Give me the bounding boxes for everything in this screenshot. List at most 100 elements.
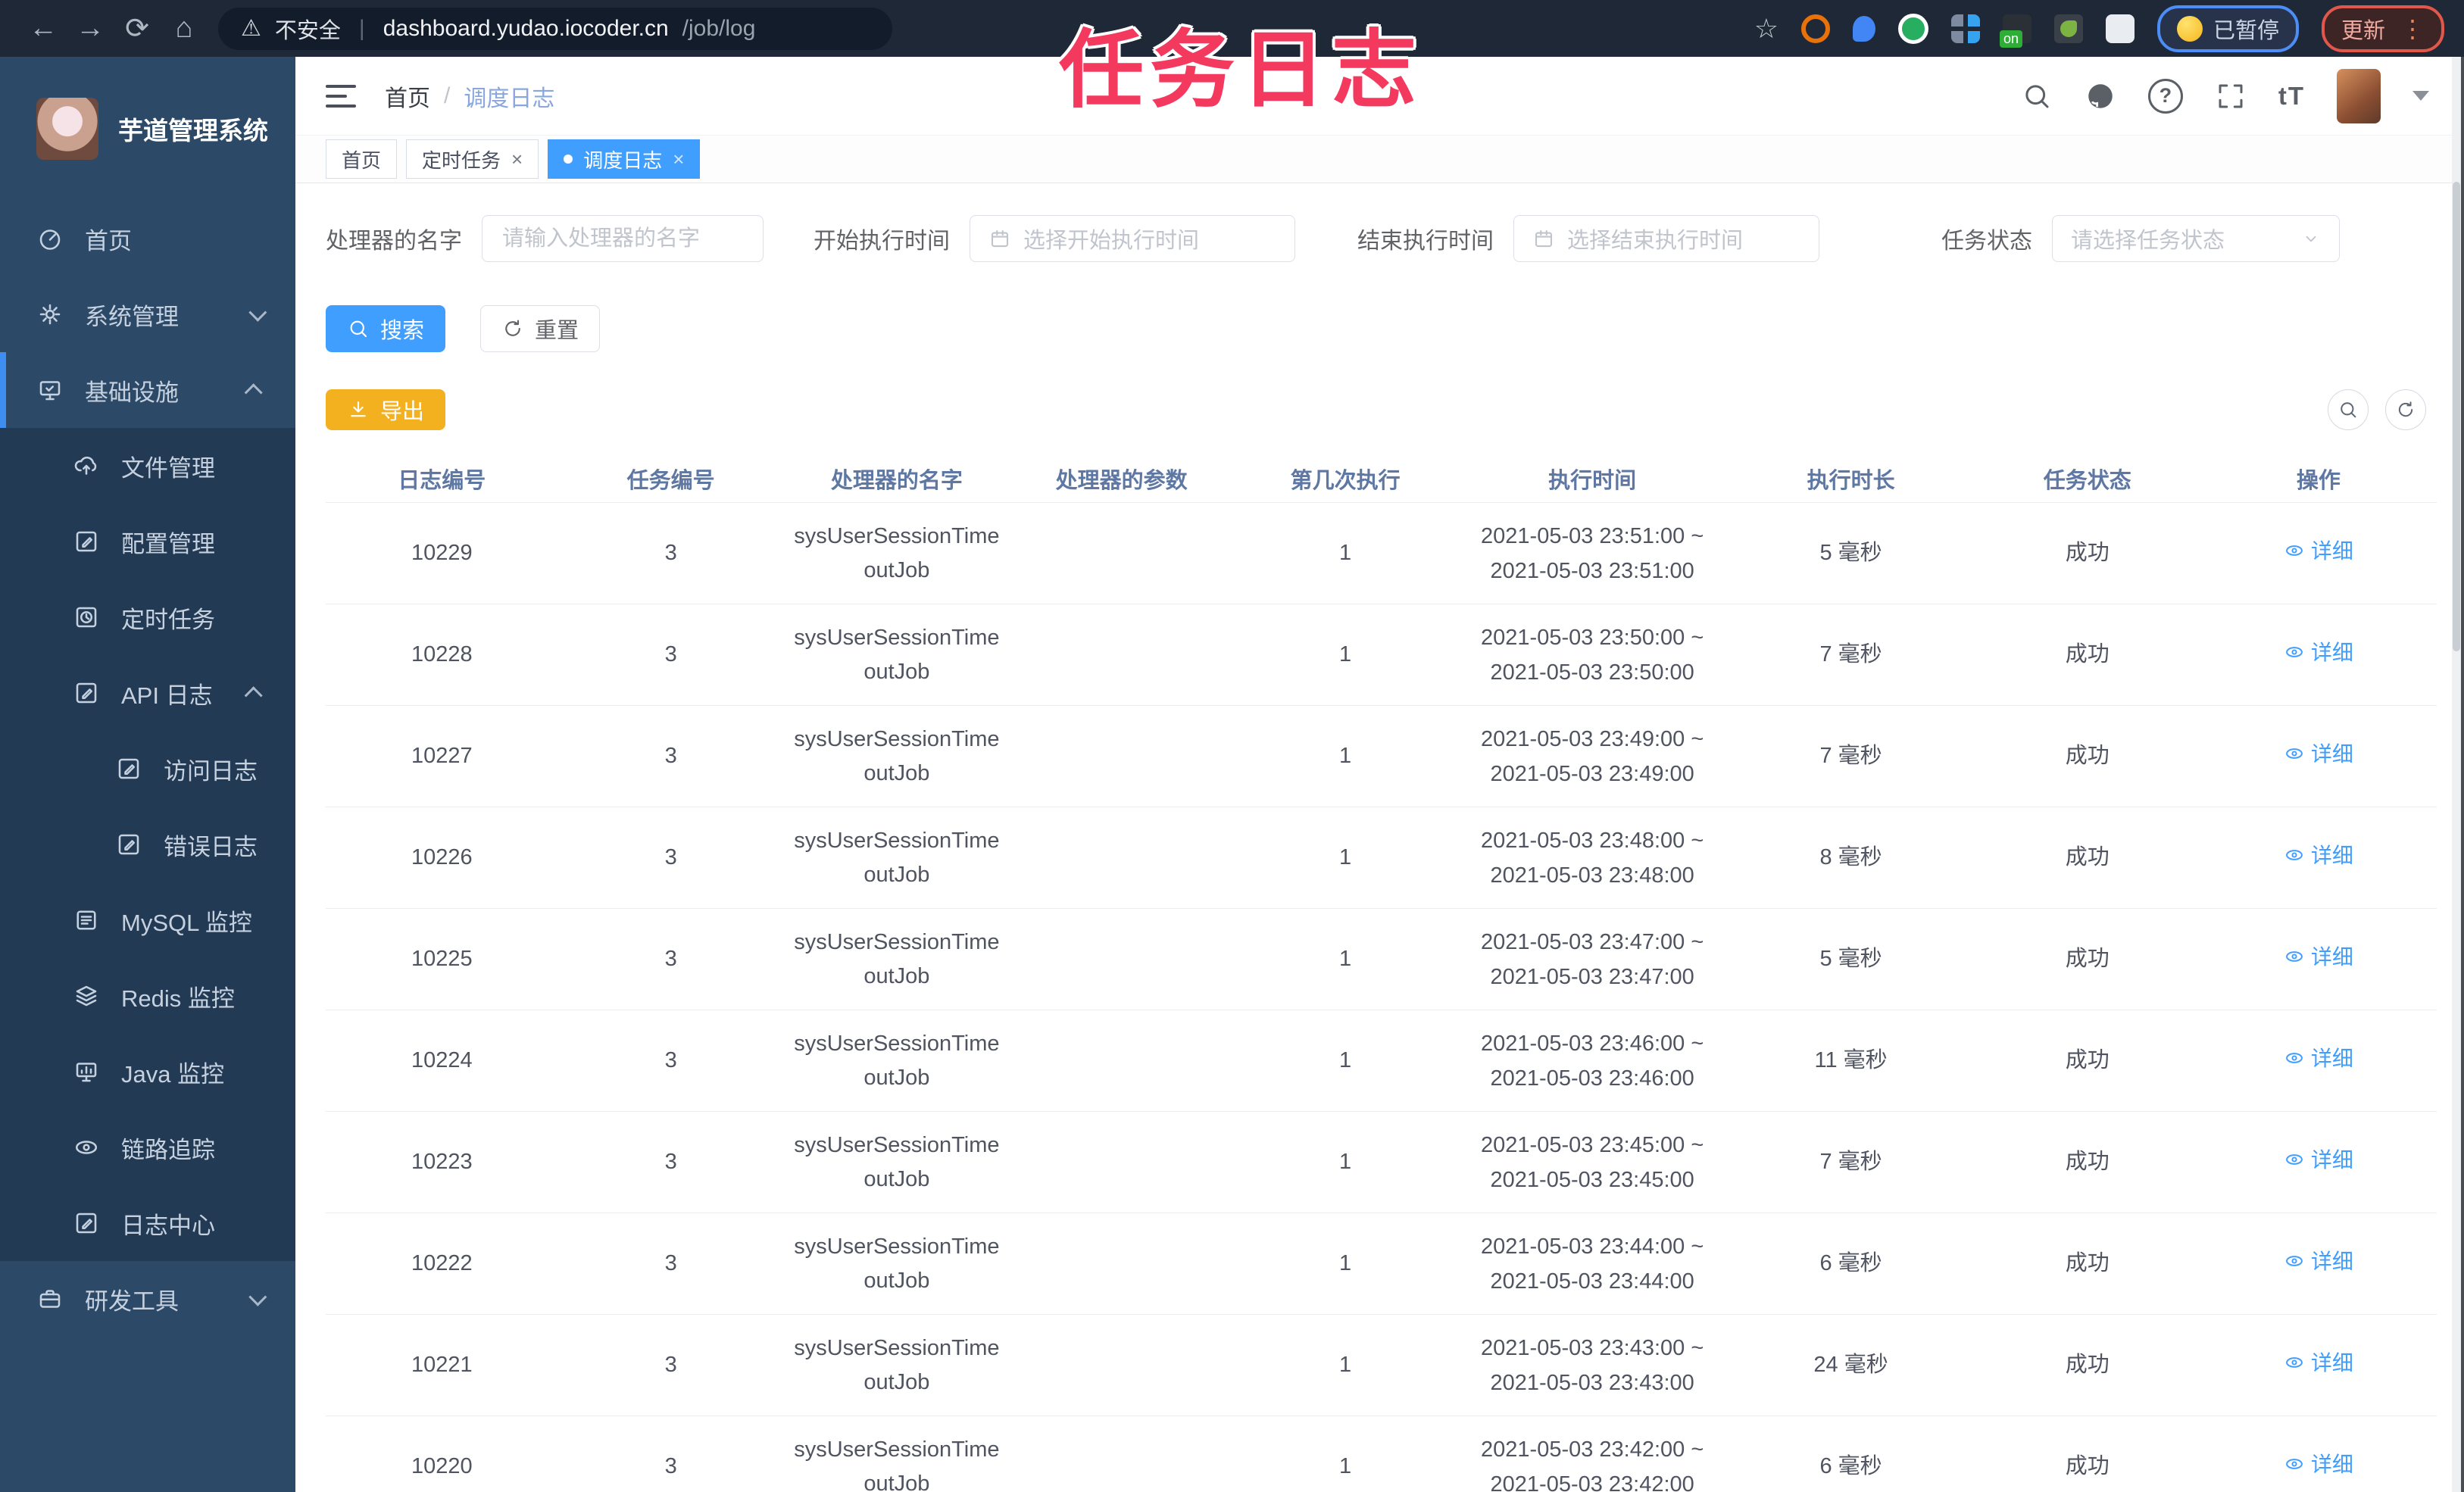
breadcrumb-current: 调度日志 (464, 86, 555, 111)
sidebar-item-tracing[interactable]: 链路追踪 (0, 1110, 295, 1185)
sidebar-item-file-management[interactable]: 文件管理 (0, 428, 295, 504)
cell-duration: 7 毫秒 (1727, 604, 1975, 706)
detail-link[interactable]: 详细 (2284, 1347, 2353, 1379)
sidebar-item-dev-tools[interactable]: 研发工具 (0, 1261, 295, 1337)
cell-exec-count: 1 (1233, 502, 1457, 604)
cell-handler-name: sysUserSessionTimeoutJob (783, 1314, 1010, 1416)
sidebar-item-error-log[interactable]: 错误日志 (0, 807, 295, 882)
extension-icon[interactable] (1897, 13, 1928, 44)
back-icon[interactable]: ← (20, 12, 67, 45)
breadcrumb-home[interactable]: 首页 (385, 80, 430, 113)
menu-icon[interactable] (326, 84, 356, 108)
app-logo-row[interactable]: 芋道管理系统 (0, 57, 295, 201)
filter-handler: 处理器的名字 (326, 215, 764, 262)
cell-handler-param (1009, 807, 1234, 909)
cell-actions: 详细 (2200, 1010, 2437, 1112)
tab-scheduled-jobs[interactable]: 定时任务 × (406, 139, 539, 179)
detail-link[interactable]: 详细 (2284, 1448, 2353, 1481)
table-row: 10224 3 sysUserSessionTimeoutJob 1 2021-… (326, 1010, 2437, 1112)
sidebar-item-log-center[interactable]: 日志中心 (0, 1185, 295, 1261)
github-icon[interactable] (2085, 80, 2116, 112)
cell-status: 成功 (1974, 1213, 2200, 1315)
sidebar-item-java-monitor[interactable]: Java 监控 (0, 1034, 295, 1110)
cell-duration: 7 毫秒 (1727, 1111, 1975, 1213)
sidebar-item-system[interactable]: 系统管理 (0, 276, 295, 352)
main-panel: 首页 / 调度日志 ? tT 首页 定时任务 × 调度日志 × 处理器的名字 请… (295, 57, 2464, 1492)
handler-label: 处理器的名字 (326, 229, 462, 254)
cell-actions: 详细 (2200, 1314, 2437, 1416)
chevron-down-icon[interactable] (2412, 91, 2429, 101)
cell-log-id: 10226 (326, 807, 558, 909)
sidebar-item-scheduled-jobs[interactable]: 定时任务 (0, 579, 295, 655)
scrollbar-thumb[interactable] (2453, 182, 2460, 651)
extension-icon[interactable] (1950, 14, 1980, 43)
fullscreen-icon[interactable] (2215, 80, 2247, 112)
tab-home[interactable]: 首页 (326, 139, 398, 179)
start-time-input[interactable]: 选择开始执行时间 (970, 215, 1295, 262)
sidebar-item-config-management[interactable]: 配置管理 (0, 504, 295, 579)
cell-duration: 5 毫秒 (1727, 502, 1975, 604)
detail-link[interactable]: 详细 (2284, 1144, 2353, 1176)
sidebar-item-mysql-monitor[interactable]: MySQL 监控 (0, 882, 295, 958)
extensions-puzzle-icon[interactable] (2105, 14, 2135, 43)
sidebar-item-redis-monitor[interactable]: Redis 监控 (0, 958, 295, 1034)
profile-paused-badge[interactable]: 已暂停 (2156, 5, 2299, 52)
extension-icon[interactable] (2053, 14, 2083, 43)
sidebar-item-api-log[interactable]: API 日志 (0, 655, 295, 731)
close-icon[interactable]: × (511, 148, 523, 171)
avatar[interactable] (2337, 68, 2381, 123)
search-icon[interactable] (2021, 80, 2053, 112)
end-time-input[interactable]: 选择结束执行时间 (1513, 215, 1819, 262)
cell-actions: 详细 (2200, 807, 2437, 909)
browser-menu-icon[interactable]: ⋮ (2400, 14, 2425, 43)
cell-status: 成功 (1974, 807, 2200, 909)
status-select[interactable]: 请选择任务状态 (2052, 215, 2340, 262)
cell-exec-count: 1 (1233, 705, 1457, 807)
cell-log-id: 10223 (326, 1111, 558, 1213)
detail-link[interactable]: 详细 (2284, 1042, 2353, 1075)
close-icon[interactable]: × (673, 148, 684, 171)
cell-duration: 6 毫秒 (1727, 1416, 1975, 1492)
sidebar-item-home[interactable]: 首页 (0, 201, 295, 276)
extension-icon[interactable] (1800, 14, 1830, 43)
address-bar[interactable]: ⚠ 不安全 | dashboard.yudao.iocoder.cn/job/l… (218, 7, 892, 50)
browser-update-button[interactable]: 更新 ⋮ (2321, 5, 2444, 52)
refresh-table-button[interactable] (2385, 389, 2426, 430)
tab-job-log[interactable]: 调度日志 × (548, 139, 701, 179)
reset-button[interactable]: 重置 (480, 305, 601, 352)
toggle-search-button[interactable] (2328, 389, 2369, 430)
export-button[interactable]: 导出 (326, 389, 446, 430)
table-row: 10227 3 sysUserSessionTimeoutJob 1 2021-… (326, 705, 2437, 807)
forward-icon[interactable]: → (67, 12, 114, 45)
cell-exec-count: 1 (1233, 1314, 1457, 1416)
detail-link[interactable]: 详细 (2284, 1245, 2353, 1278)
handler-input[interactable] (501, 215, 745, 262)
cell-handler-param (1009, 502, 1234, 604)
help-icon[interactable]: ? (2147, 78, 2183, 114)
home-icon[interactable]: ⌂ (161, 12, 208, 45)
eye-icon (2285, 951, 2303, 963)
filter-end-time: 结束执行时间 选择结束执行时间 (1357, 215, 1819, 262)
error-log-icon (118, 834, 139, 855)
sidebar-item-access-log[interactable]: 访问日志 (0, 731, 295, 807)
col-log-id: 日志编号 (326, 455, 558, 503)
extension-icon[interactable] (1852, 15, 1875, 42)
detail-link[interactable]: 详细 (2284, 738, 2353, 770)
sidebar-item-infrastructure[interactable]: 基础设施 (0, 352, 295, 428)
download-icon (351, 401, 366, 417)
reload-icon[interactable]: ⟳ (114, 11, 161, 45)
cell-exec-time: 2021-05-03 23:51:00 ~ 2021-05-03 23:51:0… (1457, 502, 1728, 604)
table-row: 10220 3 sysUserSessionTimeoutJob 1 2021-… (326, 1416, 2437, 1492)
security-label: 不安全 (274, 18, 341, 43)
detail-link[interactable]: 详细 (2284, 839, 2353, 872)
cell-log-id: 10225 (326, 908, 558, 1010)
text-size-icon[interactable]: tT (2278, 82, 2305, 111)
detail-link[interactable]: 详细 (2284, 636, 2353, 669)
extension-icon[interactable] (1999, 14, 2031, 48)
detail-link[interactable]: 详细 (2284, 535, 2353, 567)
bookmark-star-icon[interactable]: ☆ (1754, 13, 1779, 45)
detail-link[interactable]: 详细 (2284, 941, 2353, 973)
access-log-icon (118, 758, 139, 779)
cell-status: 成功 (1974, 604, 2200, 706)
search-button[interactable]: 搜索 (326, 305, 446, 352)
